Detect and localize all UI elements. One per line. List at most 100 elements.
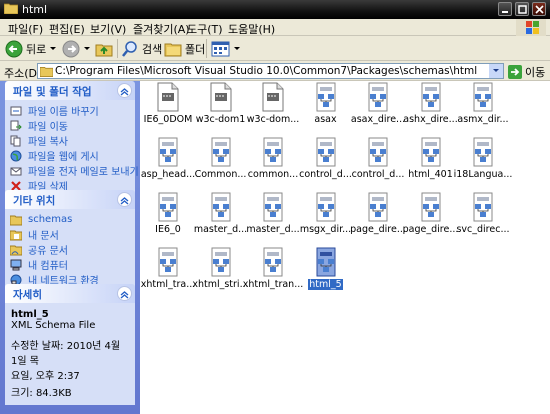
- collapse-chevron-icon[interactable]: [117, 286, 132, 301]
- file-item[interactable]: i18Langua...: [450, 137, 516, 191]
- task-publish-web-label: 파일을 웹에 게시: [28, 152, 99, 163]
- go-label: 이동: [525, 66, 546, 79]
- address-bar: 주소(D) C:\Program Files\Microsoft Visual …: [0, 61, 550, 81]
- xsd-icon: [209, 137, 233, 167]
- task-copy-label: 파일 복사: [28, 137, 68, 148]
- details-modified-time: 요일, 오후 2:37: [11, 371, 80, 382]
- xsd-icon: [209, 192, 233, 222]
- file-tasks-header[interactable]: 파일 및 폴더 작업: [5, 81, 135, 100]
- file-item[interactable]: html_5: [293, 247, 359, 301]
- rename-icon: [10, 106, 22, 115]
- task-rename-label: 파일 이름 바꾸기: [28, 107, 99, 118]
- collapse-chevron-icon[interactable]: [117, 192, 132, 207]
- folder-up-icon: [95, 44, 113, 56]
- xsd-icon: [314, 82, 338, 112]
- other-places-list: schemas 내 문서 공유 문서 내 컴퓨터 내 네트워크 환경: [5, 209, 135, 292]
- file-item[interactable]: svc_direc...: [450, 192, 516, 246]
- xsd-icon: [156, 247, 180, 277]
- file-name: svc_direc...: [456, 224, 510, 235]
- file-name: html_5: [307, 279, 344, 290]
- xsd-icon: [314, 247, 338, 277]
- chevron-down-icon: [84, 46, 90, 50]
- xsd-icon: [314, 192, 338, 222]
- minimize-button[interactable]: [498, 2, 512, 16]
- xsd-icon: [261, 137, 285, 167]
- task-email[interactable]: 파일을 전자 메일로 보내기: [5, 164, 139, 178]
- menu-tools[interactable]: 도구(T): [187, 21, 223, 37]
- details-body: html_5 XML Schema File 수정한 날짜: 2010년 4월 …: [5, 303, 135, 405]
- shared-folder-icon: [10, 245, 22, 255]
- file-list-view[interactable]: IE6_0DOM w3c-dom1 w3c-dom... asax asax_dire.…: [140, 81, 550, 414]
- place-shared-documents[interactable]: 공유 문서: [5, 243, 135, 257]
- address-input[interactable]: C:\Program Files\Microsoft Visual Studio…: [37, 63, 504, 79]
- folders-label: 폴더: [185, 42, 206, 56]
- title-bar[interactable]: html: [0, 0, 550, 19]
- file-name: i18Langua...: [453, 169, 513, 180]
- xsd-icon: [156, 192, 180, 222]
- file-tasks-title: 파일 및 폴더 작업: [13, 86, 92, 98]
- xsd-icon: [419, 137, 443, 167]
- other-places-header[interactable]: 기타 위치: [5, 190, 135, 209]
- place-my-computer[interactable]: 내 컴퓨터: [5, 258, 135, 272]
- file-name: asmx_dir...: [457, 114, 509, 125]
- menu-favorites[interactable]: 즐겨찾기(A): [133, 21, 190, 37]
- toolbar: 뒤로 검색 폴더: [0, 36, 550, 61]
- my-documents-icon: [10, 230, 22, 240]
- forward-button[interactable]: [62, 39, 91, 58]
- xsd-icon: [156, 137, 180, 167]
- folders-button[interactable]: 폴더: [164, 39, 205, 58]
- address-dropdown-button[interactable]: [489, 64, 503, 78]
- folders-icon: [164, 43, 182, 56]
- search-button[interactable]: 검색: [121, 39, 162, 58]
- place-schemas[interactable]: schemas: [5, 213, 135, 226]
- details-size: 크기: 84.3KB: [11, 388, 72, 399]
- task-publish-web[interactable]: 파일을 웹에 게시: [5, 149, 135, 163]
- details-file-name: html_5: [11, 309, 49, 320]
- place-shared-documents-label: 공유 문서: [28, 246, 68, 257]
- task-pane: 파일 및 폴더 작업 파일 이름 바꾸기 파일 이동 파일 복사 파일을 웹에 …: [0, 81, 140, 414]
- collapse-chevron-icon[interactable]: [117, 83, 132, 98]
- xsd-icon: [209, 247, 233, 277]
- computer-icon: [10, 259, 22, 270]
- file-item[interactable]: asmx_dir...: [450, 82, 516, 136]
- place-my-documents[interactable]: 내 문서: [5, 228, 135, 242]
- globe-icon: [10, 150, 22, 161]
- up-folder-button[interactable]: [95, 39, 113, 58]
- views-button[interactable]: [211, 39, 241, 58]
- doc-icon: [209, 82, 233, 112]
- back-label: 뒤로: [26, 42, 47, 56]
- menu-file[interactable]: 파일(F): [8, 21, 43, 37]
- maximize-button[interactable]: [515, 2, 529, 16]
- menu-edit[interactable]: 편집(E): [49, 21, 85, 37]
- go-arrow-icon: [508, 65, 522, 79]
- close-button[interactable]: [532, 2, 546, 16]
- menu-help[interactable]: 도움말(H): [228, 21, 275, 37]
- task-rename[interactable]: 파일 이름 바꾸기: [5, 104, 135, 118]
- copy-icon: [10, 135, 21, 146]
- file-tasks-list: 파일 이름 바꾸기 파일 이동 파일 복사 파일을 웹에 게시 파일을 전자 메…: [5, 100, 139, 198]
- folder-icon: [10, 215, 22, 225]
- task-move[interactable]: 파일 이동: [5, 119, 135, 133]
- chevron-down-icon: [50, 46, 57, 50]
- xsd-icon: [366, 82, 390, 112]
- details-title: 자세히: [13, 289, 42, 301]
- minimize-icon: [502, 11, 508, 13]
- address-label: 주소(D): [4, 67, 42, 80]
- place-my-documents-label: 내 문서: [28, 231, 59, 242]
- close-icon: [535, 5, 544, 14]
- forward-arrow-icon: [62, 40, 80, 57]
- details-panel: 자세히 html_5 XML Schema File 수정한 날짜: 2010년…: [5, 284, 135, 405]
- xsd-icon: [471, 192, 495, 222]
- menu-bar: 파일(F) 편집(E) 보기(V) 즐겨찾기(A) 도구(T) 도움말(H): [0, 19, 550, 36]
- task-copy[interactable]: 파일 복사: [5, 134, 135, 148]
- go-button[interactable]: 이동: [508, 64, 545, 80]
- details-modified: 수정한 날짜: 2010년 4월 1일 목: [11, 341, 121, 367]
- back-button[interactable]: 뒤로: [5, 39, 57, 58]
- file-tasks-panel: 파일 및 폴더 작업 파일 이름 바꾸기 파일 이동 파일 복사 파일을 웹에 …: [5, 81, 139, 198]
- xsd-icon: [419, 82, 443, 112]
- email-icon: [10, 167, 22, 175]
- details-header[interactable]: 자세히: [5, 284, 135, 303]
- menu-view[interactable]: 보기(V): [90, 21, 126, 37]
- address-path: C:\Program Files\Microsoft Visual Studio…: [55, 65, 478, 77]
- doc-icon: [261, 82, 285, 112]
